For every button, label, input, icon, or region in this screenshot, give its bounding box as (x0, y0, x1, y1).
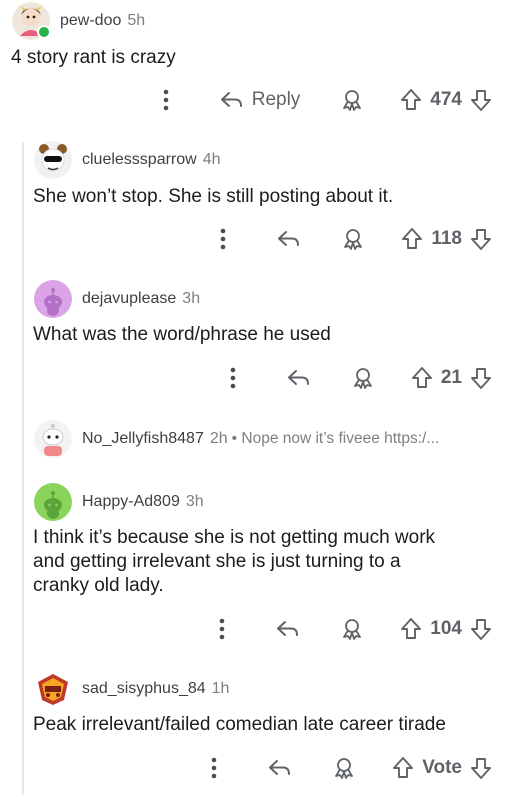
award-icon (344, 229, 363, 250)
comment-actions: Vote (204, 750, 492, 786)
more-options-button[interactable] (204, 757, 224, 779)
vote-controls: Vote (392, 756, 492, 780)
more-vertical-icon (221, 228, 226, 250)
username[interactable]: No_Jellyfish8487 (82, 430, 204, 448)
reply-arrow-icon (278, 231, 300, 246)
comment-header: pew-doo 5h (12, 2, 145, 40)
upvote-arrow-icon[interactable] (401, 227, 423, 251)
comment-age: 3h (185, 493, 204, 510)
upvote-arrow-icon[interactable] (411, 366, 433, 390)
upvote-arrow-icon[interactable] (400, 88, 422, 112)
more-vertical-icon (219, 618, 225, 640)
comment-actions: Reply 474 (156, 82, 492, 118)
username[interactable]: cluelesssparrow (82, 151, 197, 169)
award-button[interactable] (332, 756, 356, 780)
downvote-arrow-icon[interactable] (470, 88, 492, 112)
username[interactable]: pew-doo (60, 12, 121, 30)
comment-age: 3h (182, 290, 201, 307)
comment-actions: 21 (223, 360, 492, 396)
collapsed-preview: • Nope now it’s fiveee https:/... (231, 430, 440, 447)
comment-body: She won’t stop. She is still posting abo… (33, 186, 394, 207)
more-vertical-icon (163, 89, 169, 111)
more-vertical-icon (230, 367, 236, 389)
award-icon (343, 619, 362, 640)
vote-controls: 118 (401, 227, 492, 251)
comment-body: 4 story rant is crazy (11, 47, 176, 68)
avatar[interactable] (34, 280, 72, 318)
avatar[interactable] (34, 420, 72, 458)
vote-score: 474 (430, 89, 462, 110)
more-options-button[interactable] (213, 228, 233, 250)
more-options-button[interactable] (156, 89, 176, 111)
vote-controls: 104 (400, 617, 492, 641)
upvote-arrow-icon[interactable] (392, 756, 414, 780)
comment-header: dejavuplease 3h (34, 280, 200, 318)
comment-body-line: and getting irrelevant she is just turni… (33, 551, 401, 572)
comment-age: 5h (127, 12, 146, 29)
comment-body: What was the word/phrase he used (33, 324, 331, 345)
avatar[interactable] (12, 2, 51, 40)
comment-header: sad_sisyphus_84 1h (34, 670, 229, 708)
snoo-avatar-icon (34, 420, 72, 458)
award-button[interactable] (340, 88, 364, 112)
snoo-avatar-icon (34, 483, 72, 521)
vote-score: 104 (430, 618, 462, 639)
comment-body-line: I think it’s because she is not getting … (33, 527, 436, 548)
reply-label: Reply (251, 89, 301, 110)
cartoon-avatar-icon (34, 141, 72, 179)
more-options-button[interactable] (212, 618, 232, 640)
downvote-arrow-icon[interactable] (470, 756, 492, 780)
award-icon (353, 368, 372, 389)
comment-age: 1h (211, 680, 230, 697)
downvote-arrow-icon[interactable] (470, 366, 492, 390)
comment-header: Happy-Ad809 3h (34, 483, 204, 521)
comment-age: 4h (202, 151, 221, 168)
downvote-arrow-icon[interactable] (470, 617, 492, 641)
comment-body-line: cranky old lady. (33, 575, 164, 596)
downvote-arrow-icon[interactable] (470, 227, 492, 251)
reply-arrow-icon (287, 370, 309, 385)
username[interactable]: dejavuplease (82, 290, 176, 308)
award-button[interactable] (341, 227, 365, 251)
comment-header: cluelesssparrow 4h (34, 141, 221, 179)
comment-body: Peak irrelevant/failed comedian late car… (33, 714, 446, 735)
comment-body: I think it’s because she is not getting … (33, 526, 435, 598)
reply-arrow-icon (220, 92, 242, 107)
online-indicator (37, 25, 51, 39)
reply-arrow-icon (277, 621, 299, 636)
vote-score: 21 (440, 367, 462, 388)
more-options-button[interactable] (223, 367, 243, 389)
reply-button[interactable] (276, 619, 300, 639)
award-button[interactable] (351, 366, 375, 390)
avatar[interactable] (34, 141, 72, 179)
vote-controls: 474 (400, 88, 492, 112)
comment-actions: 104 (212, 611, 492, 647)
reply-button[interactable] (287, 368, 311, 388)
reply-button[interactable] (277, 229, 301, 249)
more-vertical-icon (211, 757, 217, 779)
username[interactable]: Happy-Ad809 (82, 493, 180, 511)
reply-button[interactable]: Reply (220, 89, 301, 111)
award-icon (343, 90, 362, 111)
upvote-arrow-icon[interactable] (400, 617, 422, 641)
vote-controls: 21 (411, 366, 492, 390)
vote-score: Vote (422, 757, 462, 778)
thread-line (22, 142, 24, 795)
comment-header: No_Jellyfish8487 2h • Nope now it’s five… (34, 420, 439, 458)
award-button[interactable] (340, 617, 364, 641)
avatar[interactable] (34, 483, 72, 521)
snoo-avatar-icon (34, 280, 72, 318)
reply-button[interactable] (268, 758, 292, 778)
reply-arrow-icon (269, 760, 291, 775)
award-icon (335, 758, 354, 779)
vote-score: 118 (431, 228, 462, 249)
badge-avatar-icon (34, 670, 72, 708)
username[interactable]: sad_sisyphus_84 (82, 680, 206, 698)
comment-age: 2h (209, 430, 228, 447)
avatar[interactable] (34, 670, 72, 708)
comment-actions: 118 (213, 221, 492, 257)
